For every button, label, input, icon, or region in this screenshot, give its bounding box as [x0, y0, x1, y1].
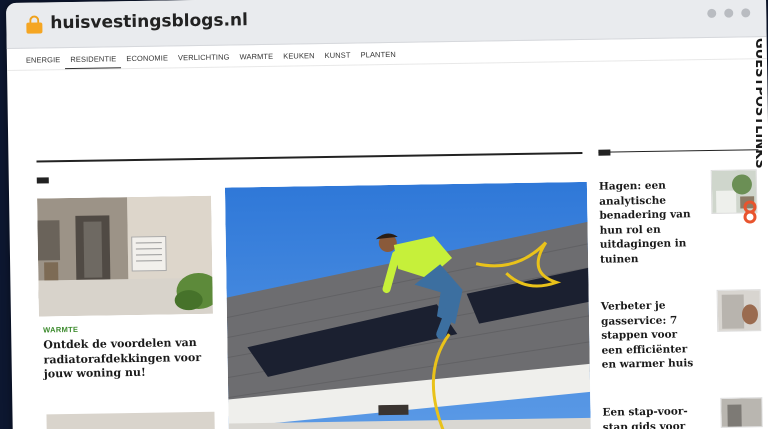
featured-thumbnail[interactable]	[37, 195, 213, 317]
featured-category[interactable]: WARMTE	[43, 325, 78, 335]
sidebar-article-2[interactable]: Verbeter je gasservice: 7 stappen voor e…	[601, 298, 694, 372]
nav-item-keuken[interactable]: KEUKEN	[278, 44, 320, 66]
featured-title[interactable]: Ontdek de voordelen van radiatorafdekkin…	[43, 336, 214, 382]
window-dot-icon[interactable]	[741, 8, 751, 18]
nav-item-energie[interactable]: ENERGIE	[21, 48, 66, 70]
lock-icon	[26, 15, 43, 34]
browser-window: huisvestingsblogs.nl ENERGIE RESIDENTIE …	[6, 0, 768, 429]
watermark: GUESTPOSTLINKS	[738, 36, 767, 226]
nav-item-kunst[interactable]: KUNST	[319, 44, 355, 66]
window-dot-icon[interactable]	[707, 8, 717, 18]
nav-item-verlichting[interactable]: VERLICHTING	[173, 45, 235, 67]
nav-item-economie[interactable]: ECONOMIE	[121, 46, 173, 68]
sidebar-thumbnail[interactable]	[720, 397, 763, 428]
section-marker	[36, 177, 49, 184]
section-divider	[36, 151, 583, 163]
next-article-thumbnail[interactable]	[46, 411, 215, 429]
nav-item-warmte[interactable]: WARMTE	[234, 45, 278, 67]
window-controls	[707, 8, 751, 18]
watermark-text: GUESTPOSTLINKS	[752, 38, 762, 169]
sidebar-article-3[interactable]: Een stap-voor-stap gids voor het	[602, 404, 695, 429]
window-dot-icon[interactable]	[724, 8, 734, 18]
sidebar-article-1[interactable]: Hagen: een analytische benadering van hu…	[599, 178, 692, 266]
address-domain[interactable]: huisvestingsblogs.nl	[50, 10, 248, 33]
sidebar-article-title[interactable]: Een stap-voor-stap gids voor het	[602, 404, 695, 429]
nav-item-planten[interactable]: PLANTEN	[355, 43, 401, 65]
sidebar-article-title[interactable]: Hagen: een analytische benadering van hu…	[599, 178, 692, 266]
sidebar-divider	[598, 149, 759, 153]
hero-image[interactable]	[224, 181, 591, 429]
sidebar-thumbnail[interactable]	[716, 289, 762, 332]
sidebar-marker	[598, 149, 611, 156]
nav-item-residentie[interactable]: RESIDENTIE	[65, 47, 122, 70]
link-icon	[743, 200, 757, 224]
sidebar-article-title[interactable]: Verbeter je gasservice: 7 stappen voor e…	[601, 298, 694, 372]
